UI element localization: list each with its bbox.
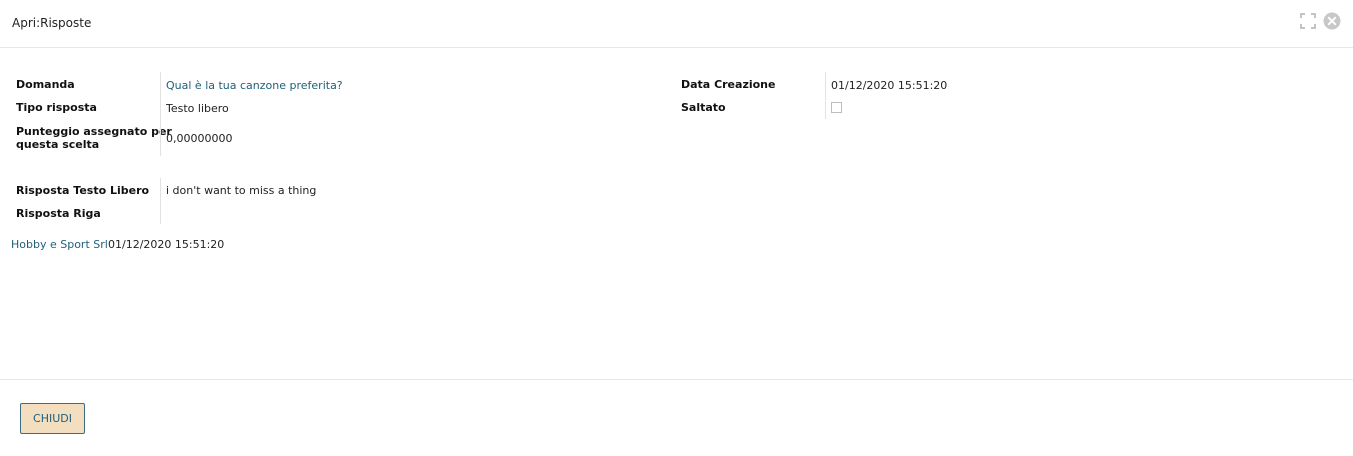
- punteggio-value: 0,00000000: [166, 132, 233, 145]
- risposta-testo-libero-value: i don't want to miss a thing: [166, 184, 317, 197]
- domanda-link[interactable]: Qual è la tua canzone preferita?: [166, 79, 343, 92]
- close-circle-icon[interactable]: [1323, 12, 1341, 30]
- dialog-header: Apri:Risposte: [0, 0, 1353, 48]
- data-creazione-value: 01/12/2020 15:51:20: [831, 79, 948, 92]
- saltato-checkbox[interactable]: [831, 102, 842, 113]
- tipo-risposta-value: Testo libero: [166, 102, 229, 115]
- punteggio-label-line2: questa scelta: [16, 138, 100, 151]
- left-group-divider: [160, 72, 161, 156]
- right-group-divider: [825, 72, 826, 119]
- risposta-riga-label: Risposta Riga: [16, 207, 101, 220]
- header-actions: [1299, 12, 1341, 30]
- footer-divider: [0, 379, 1353, 380]
- answers-group-divider: [160, 178, 161, 224]
- chiudi-button[interactable]: CHIUDI: [20, 403, 85, 434]
- dialog-title: Apri:Risposte: [12, 16, 92, 30]
- dialog: Apri:Risposte Domanda Qual è la tua canz…: [0, 0, 1353, 456]
- expand-icon[interactable]: [1299, 12, 1317, 30]
- tipo-risposta-label: Tipo risposta: [16, 101, 97, 114]
- saltato-label: Saltato: [681, 101, 726, 114]
- company-link[interactable]: Hobby e Sport Srl: [11, 238, 108, 251]
- domanda-label: Domanda: [16, 78, 75, 91]
- risposta-testo-libero-label: Risposta Testo Libero: [16, 184, 150, 197]
- punteggio-label-line1: Punteggio assegnato per: [16, 125, 172, 138]
- data-creazione-label: Data Creazione: [681, 78, 776, 91]
- created-timestamp: 01/12/2020 15:51:20: [108, 238, 225, 251]
